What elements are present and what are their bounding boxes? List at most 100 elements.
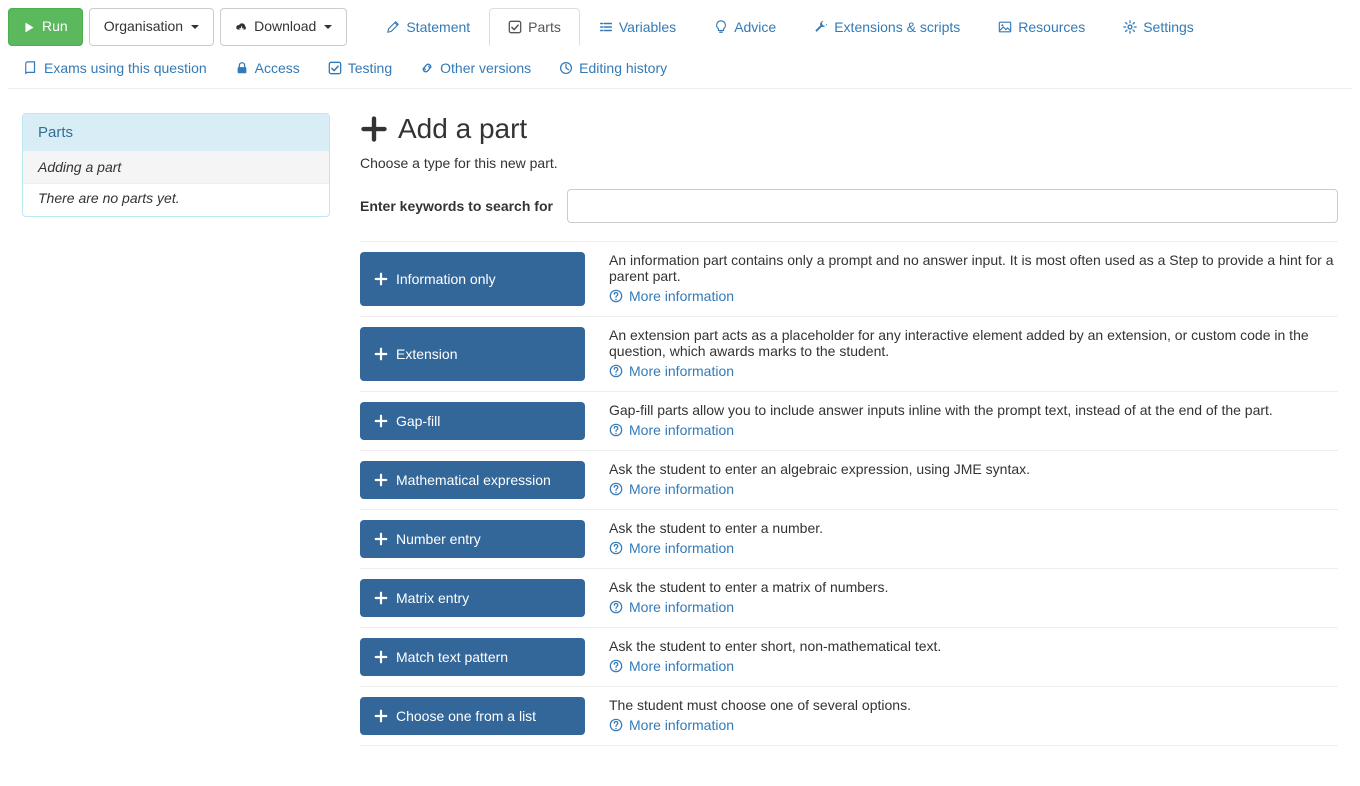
organisation-dropdown[interactable]: Organisation bbox=[89, 8, 214, 46]
clock-icon bbox=[559, 61, 573, 75]
nav-testing-label: Testing bbox=[348, 60, 392, 76]
check-square-icon bbox=[328, 61, 342, 75]
tab-variables-label: Variables bbox=[619, 19, 676, 35]
parttype-description-text: Ask the student to enter an algebraic ex… bbox=[609, 461, 1338, 477]
nav-other-versions[interactable]: Other versions bbox=[420, 60, 531, 76]
more-information-label: More information bbox=[629, 363, 734, 379]
more-information-label: More information bbox=[629, 481, 734, 497]
parttype-description: Ask the student to enter a number.More i… bbox=[609, 520, 1338, 558]
plus-icon bbox=[360, 115, 388, 143]
question-circle-icon bbox=[609, 289, 623, 303]
tab-parts[interactable]: Parts bbox=[489, 8, 580, 46]
more-information-link[interactable]: More information bbox=[609, 599, 734, 615]
nav-other-versions-label: Other versions bbox=[440, 60, 531, 76]
run-button[interactable]: Run bbox=[8, 8, 83, 46]
plus-icon bbox=[374, 272, 388, 286]
parts-panel: Parts Adding a part There are no parts y… bbox=[22, 113, 330, 217]
list-icon bbox=[599, 20, 613, 34]
parts-empty-message: There are no parts yet. bbox=[38, 184, 314, 206]
tab-settings[interactable]: Settings bbox=[1104, 8, 1213, 46]
plus-icon bbox=[374, 650, 388, 664]
plus-icon bbox=[374, 532, 388, 546]
question-circle-icon bbox=[609, 600, 623, 614]
parttype-add-button[interactable]: Match text pattern bbox=[360, 638, 585, 676]
lightbulb-icon bbox=[714, 20, 728, 34]
primary-toolbar: Run Organisation Download Statement Part… bbox=[8, 0, 1352, 46]
nav-editing-history-label: Editing history bbox=[579, 60, 667, 76]
caret-down-icon bbox=[191, 25, 199, 29]
parttype-row: Number entry Ask the student to enter a n… bbox=[360, 510, 1338, 569]
tab-settings-label: Settings bbox=[1143, 19, 1194, 35]
parttype-description: Ask the student to enter a matrix of num… bbox=[609, 579, 1338, 617]
tab-resources[interactable]: Resources bbox=[979, 8, 1104, 46]
parttype-label: Extension bbox=[396, 346, 457, 362]
parttype-add-button[interactable]: Choose one from a list bbox=[360, 697, 585, 735]
question-circle-icon bbox=[609, 423, 623, 437]
parts-adding-indicator: Adding a part bbox=[23, 151, 329, 184]
question-circle-icon bbox=[609, 364, 623, 378]
parttype-search-row: Enter keywords to search for bbox=[360, 189, 1338, 223]
nav-testing[interactable]: Testing bbox=[328, 60, 392, 76]
organisation-label: Organisation bbox=[104, 17, 183, 37]
parts-panel-heading: Parts bbox=[23, 114, 329, 151]
question-circle-icon bbox=[609, 659, 623, 673]
nav-editing-history[interactable]: Editing history bbox=[559, 60, 667, 76]
parttype-description-text: Ask the student to enter short, non-math… bbox=[609, 638, 1338, 654]
parttype-add-button[interactable]: Information only bbox=[360, 252, 585, 306]
more-information-label: More information bbox=[629, 717, 734, 733]
nav-access[interactable]: Access bbox=[235, 60, 300, 76]
parttype-description-text: Gap-fill parts allow you to include answ… bbox=[609, 402, 1338, 418]
wrench-icon bbox=[814, 20, 828, 34]
tab-parts-label: Parts bbox=[528, 19, 561, 35]
secondary-nav: Exams using this question Access Testing… bbox=[8, 46, 1352, 89]
cloud-download-icon bbox=[235, 21, 248, 34]
more-information-label: More information bbox=[629, 599, 734, 615]
more-information-link[interactable]: More information bbox=[609, 717, 734, 733]
tab-extensions[interactable]: Extensions & scripts bbox=[795, 8, 979, 46]
image-icon bbox=[998, 20, 1012, 34]
download-dropdown[interactable]: Download bbox=[220, 8, 347, 46]
more-information-link[interactable]: More information bbox=[609, 422, 734, 438]
parttype-description-text: An extension part acts as a placeholder … bbox=[609, 327, 1338, 359]
parttype-add-button[interactable]: Extension bbox=[360, 327, 585, 381]
search-label: Enter keywords to search for bbox=[360, 198, 553, 214]
question-circle-icon bbox=[609, 541, 623, 555]
tab-variables[interactable]: Variables bbox=[580, 8, 695, 46]
parttype-description-text: Ask the student to enter a matrix of num… bbox=[609, 579, 1338, 595]
more-information-link[interactable]: More information bbox=[609, 363, 734, 379]
more-information-link[interactable]: More information bbox=[609, 288, 734, 304]
tab-advice[interactable]: Advice bbox=[695, 8, 795, 46]
parttype-list: Information only An information part cont… bbox=[360, 241, 1338, 746]
plus-icon bbox=[374, 414, 388, 428]
more-information-link[interactable]: More information bbox=[609, 658, 734, 674]
parttype-label: Match text pattern bbox=[396, 649, 508, 665]
pencil-icon bbox=[386, 20, 400, 34]
plus-icon bbox=[374, 347, 388, 361]
parttype-add-button[interactable]: Number entry bbox=[360, 520, 585, 558]
add-part-content: Add a part Choose a type for this new pa… bbox=[360, 113, 1338, 746]
parttype-label: Matrix entry bbox=[396, 590, 469, 606]
parttype-description: Gap-fill parts allow you to include answ… bbox=[609, 402, 1338, 440]
parttype-description: The student must choose one of several o… bbox=[609, 697, 1338, 735]
more-information-link[interactable]: More information bbox=[609, 540, 734, 556]
parttype-description: An information part contains only a prom… bbox=[609, 252, 1338, 306]
parttype-search-input[interactable] bbox=[567, 189, 1338, 223]
parttype-label: Choose one from a list bbox=[396, 708, 536, 724]
parttype-row: Information only An information part cont… bbox=[360, 242, 1338, 317]
more-information-link[interactable]: More information bbox=[609, 481, 734, 497]
plus-icon bbox=[374, 473, 388, 487]
tab-advice-label: Advice bbox=[734, 19, 776, 35]
parttype-label: Number entry bbox=[396, 531, 481, 547]
link-icon bbox=[420, 61, 434, 75]
parttype-add-button[interactable]: Mathematical expression bbox=[360, 461, 585, 499]
caret-down-icon bbox=[324, 25, 332, 29]
cog-icon bbox=[1123, 20, 1137, 34]
plus-icon bbox=[374, 591, 388, 605]
parttype-add-button[interactable]: Matrix entry bbox=[360, 579, 585, 617]
tab-statement[interactable]: Statement bbox=[367, 8, 489, 46]
parttype-row: Match text pattern Ask the student to ent… bbox=[360, 628, 1338, 687]
add-part-heading: Add a part bbox=[360, 113, 1338, 145]
parttype-description: Ask the student to enter short, non-math… bbox=[609, 638, 1338, 676]
parttype-add-button[interactable]: Gap-fill bbox=[360, 402, 585, 440]
nav-exams-using[interactable]: Exams using this question bbox=[24, 60, 207, 76]
